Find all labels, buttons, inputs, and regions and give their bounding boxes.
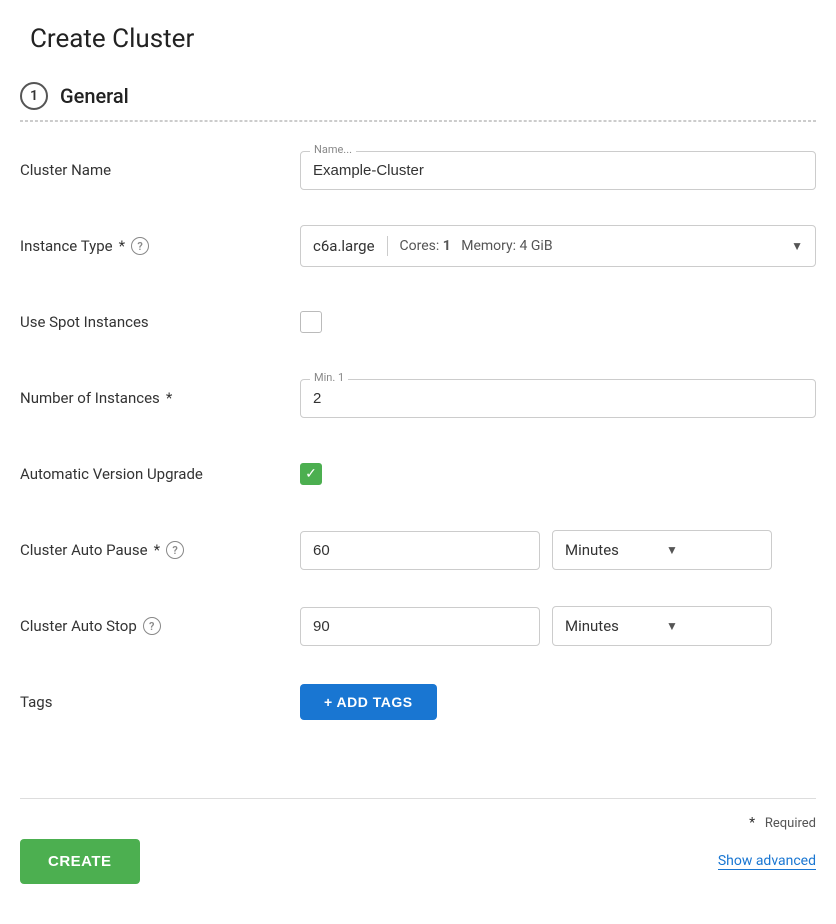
auto-pause-unit-dropdown[interactable]: Minutes ▼ <box>552 530 772 570</box>
use-spot-control <box>300 311 816 333</box>
use-spot-row: Use Spot Instances <box>20 298 816 346</box>
num-instances-float-label: Min. 1 <box>310 371 348 384</box>
cluster-name-row: Cluster Name Name... <box>20 146 816 194</box>
auto-pause-help-icon[interactable]: ? <box>166 541 184 559</box>
footer-actions: CREATE Show advanced <box>20 839 816 884</box>
auto-pause-control: Minutes ▼ <box>300 530 816 570</box>
page-container: Create Cluster 1 General Cluster Name Na… <box>0 0 836 924</box>
instance-meta: Cores: 1 Memory: 4 GiB <box>400 238 553 254</box>
auto-version-row: Automatic Version Upgrade ✓ <box>20 450 816 498</box>
auto-stop-help-icon[interactable]: ? <box>143 617 161 635</box>
num-instances-control: Min. 1 <box>300 379 816 418</box>
num-instances-input-wrapper: Min. 1 <box>300 379 816 418</box>
use-spot-label: Use Spot Instances <box>20 313 300 331</box>
auto-pause-input[interactable] <box>300 531 540 570</box>
auto-stop-dropdown-arrow-icon: ▼ <box>666 619 759 633</box>
add-tags-button[interactable]: + ADD TAGS <box>300 684 437 720</box>
checkmark-icon: ✓ <box>305 466 317 482</box>
num-instances-input[interactable] <box>300 379 816 418</box>
cluster-name-input-wrapper: Name... <box>300 151 816 190</box>
section-title: General <box>60 84 129 108</box>
required-text: Required <box>765 816 816 831</box>
tags-label: Tags <box>20 693 300 711</box>
cluster-name-float-label: Name... <box>310 143 356 156</box>
instance-type-dropdown[interactable]: c6a.large Cores: 1 Memory: 4 GiB ▼ <box>300 225 816 267</box>
auto-pause-row: Cluster Auto Pause * ? Minutes ▼ <box>20 526 816 574</box>
use-spot-checkbox[interactable] <box>300 311 322 333</box>
instance-type-value: c6a.large <box>313 237 375 255</box>
section-header: 1 General <box>20 82 816 121</box>
page-title: Create Cluster <box>20 24 816 54</box>
auto-version-label: Automatic Version Upgrade <box>20 465 300 483</box>
auto-pause-label: Cluster Auto Pause * ? <box>20 541 300 559</box>
footer-area: * Required CREATE Show advanced <box>20 798 816 900</box>
cluster-name-control: Name... <box>300 151 816 190</box>
cluster-name-label: Cluster Name <box>20 161 300 179</box>
instance-divider <box>387 236 388 256</box>
auto-pause-dropdown-arrow-icon: ▼ <box>666 543 759 557</box>
auto-stop-row: Cluster Auto Stop ? Minutes ▼ <box>20 602 816 650</box>
cluster-name-input[interactable] <box>300 151 816 190</box>
auto-stop-input[interactable] <box>300 607 540 646</box>
instance-type-control: c6a.large Cores: 1 Memory: 4 GiB ▼ <box>300 225 816 267</box>
tags-row: Tags + ADD TAGS <box>20 678 816 726</box>
auto-version-control: ✓ <box>300 463 816 485</box>
instance-dropdown-arrow-icon: ▼ <box>791 239 803 253</box>
auto-stop-unit-dropdown[interactable]: Minutes ▼ <box>552 606 772 646</box>
show-advanced-link[interactable]: Show advanced <box>718 853 816 870</box>
auto-stop-control: Minutes ▼ <box>300 606 816 646</box>
auto-version-checkbox[interactable]: ✓ <box>300 463 322 485</box>
instance-type-help-icon[interactable]: ? <box>131 237 149 255</box>
required-star: * <box>749 815 755 831</box>
create-button[interactable]: CREATE <box>20 839 140 884</box>
num-instances-label: Number of Instances * <box>20 389 300 407</box>
step-number: 1 <box>20 82 48 110</box>
tags-control: + ADD TAGS <box>300 684 816 720</box>
required-note: * Required <box>20 815 816 831</box>
auto-stop-label: Cluster Auto Stop ? <box>20 617 300 635</box>
instance-type-label: Instance Type * ? <box>20 237 300 255</box>
form-area: Cluster Name Name... Instance Type * ? c… <box>20 122 816 778</box>
num-instances-row: Number of Instances * Min. 1 <box>20 374 816 422</box>
instance-type-row: Instance Type * ? c6a.large Cores: 1 Mem… <box>20 222 816 270</box>
